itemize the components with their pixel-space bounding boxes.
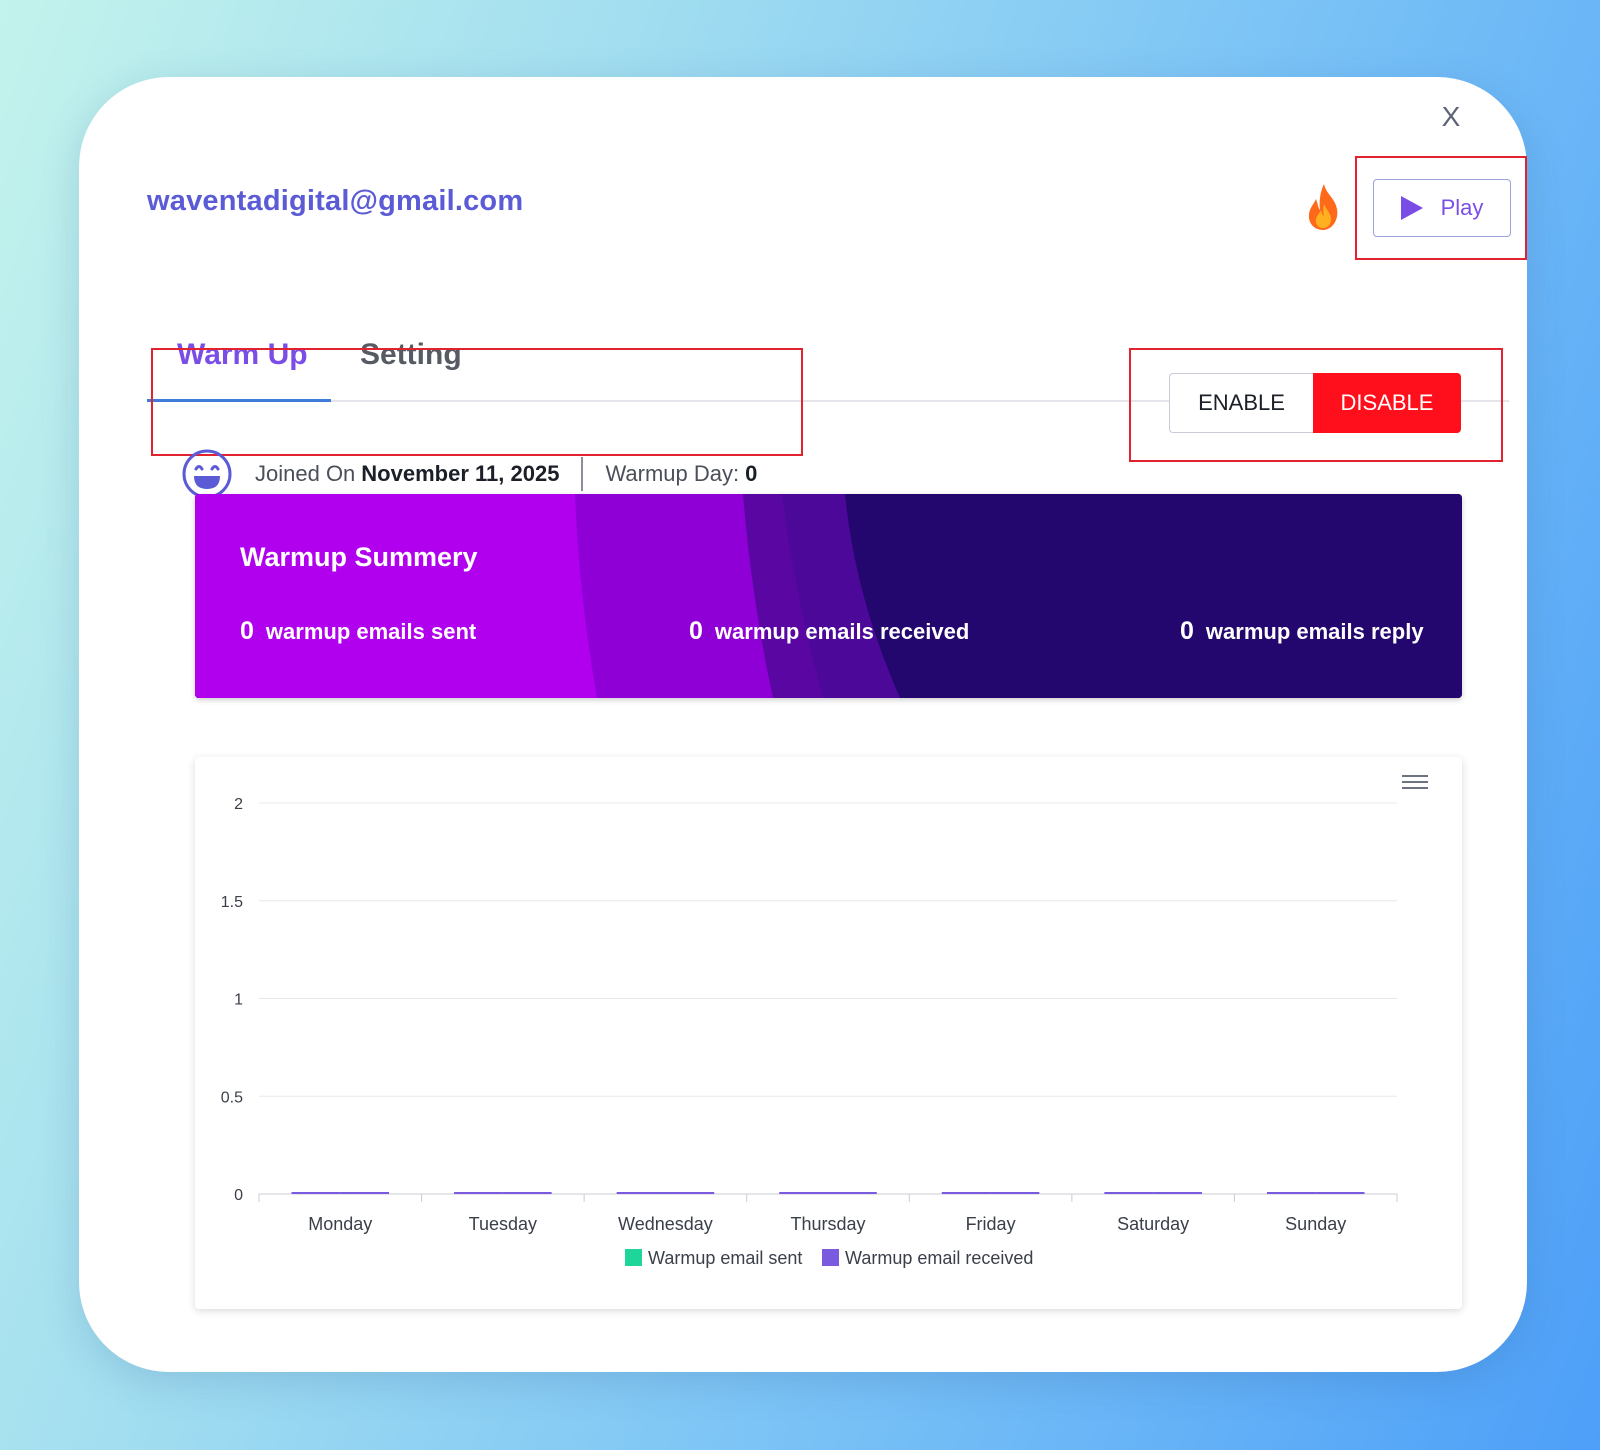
stat-reply-label: warmup emails reply [1205,619,1424,644]
bar-sent [1266,1192,1316,1194]
weekly-chart-card: 0 0.5 1 1.5 2 Monday Tuesday Wednesday Thursday F… [195,757,1462,1309]
legend-swatch [625,1249,642,1266]
bar-sent [616,1192,666,1194]
warmup-modal: X waventadigital@gmail.com Play Warm Up … [79,77,1527,1372]
warmup-summary-card: Warmup Summery 0 warmup emails sent 0 wa… [195,494,1462,698]
stat-reply-value: 0 [1180,617,1194,645]
play-button[interactable]: Play [1373,179,1511,237]
legend-swatch [822,1249,839,1266]
joined-highlight [151,348,803,456]
bar-received [665,1192,715,1194]
play-icon [1400,196,1423,220]
summary-background [195,494,1462,698]
x-tick-label: Saturday [1117,1214,1189,1234]
y-tick-label: 1 [234,992,243,1009]
enable-button[interactable]: ENABLE [1169,373,1313,433]
summary-title: Warmup Summery [240,542,478,572]
bar-sent [941,1192,991,1194]
account-email: waventadigital@gmail.com [147,185,524,217]
y-tick-label: 0 [234,1187,243,1204]
stat-sent: 0 warmup emails sent [240,617,476,646]
warmup-day-value: 0 [745,461,758,486]
stat-received: 0 warmup emails received [689,617,969,646]
bar-sent [454,1192,503,1194]
bar-received [828,1192,877,1194]
x-tick-label: Sunday [1285,1214,1346,1234]
warmup-day-label: Warmup Day: [605,461,740,486]
x-tick-label: Tuesday [469,1214,537,1234]
legend-label: Warmup email sent [648,1248,802,1268]
stat-sent-value: 0 [240,617,254,645]
x-tick-label: Monday [308,1214,372,1234]
bar-received [1315,1192,1365,1194]
close-icon: X [1441,101,1461,132]
bar-sent [1104,1192,1154,1194]
play-label: Play [1440,195,1484,220]
legend-label: Warmup email received [845,1248,1033,1268]
disable-button[interactable]: DISABLE [1313,373,1461,433]
y-tick-label: 1.5 [221,894,243,911]
weekly-chart: 0 0.5 1 1.5 2 Monday Tuesday Wednesday Thursday F… [221,796,1398,1268]
info-divider [581,457,584,491]
y-tick-label: 2 [234,796,243,813]
smiley-icon [182,449,232,499]
bar-received [1153,1192,1202,1194]
joined-label: Joined On [255,461,356,486]
stat-reply: 0 warmup emails reply [1180,617,1424,646]
stat-received-label: warmup emails received [714,619,970,644]
stat-sent-label: warmup emails sent [265,619,477,644]
bar-received [502,1192,552,1194]
stat-received-value: 0 [689,617,703,645]
y-tick-label: 0.5 [221,1089,243,1106]
warmup-toggle: ENABLE DISABLE [1169,373,1461,433]
x-tick-label: Wednesday [618,1214,713,1234]
x-tick-label: Thursday [790,1214,865,1234]
bar-sent [779,1192,828,1194]
bar-received [340,1192,390,1194]
flame-icon [1308,184,1338,230]
bar-sent [291,1192,341,1194]
close-button[interactable]: X [1431,97,1471,137]
joined-date: November 11, 2025 [361,461,560,486]
x-tick-label: Friday [966,1214,1016,1234]
joined-info: Joined On November 11, 2025 Warmup Day: … [181,448,757,500]
bar-received [990,1192,1040,1194]
